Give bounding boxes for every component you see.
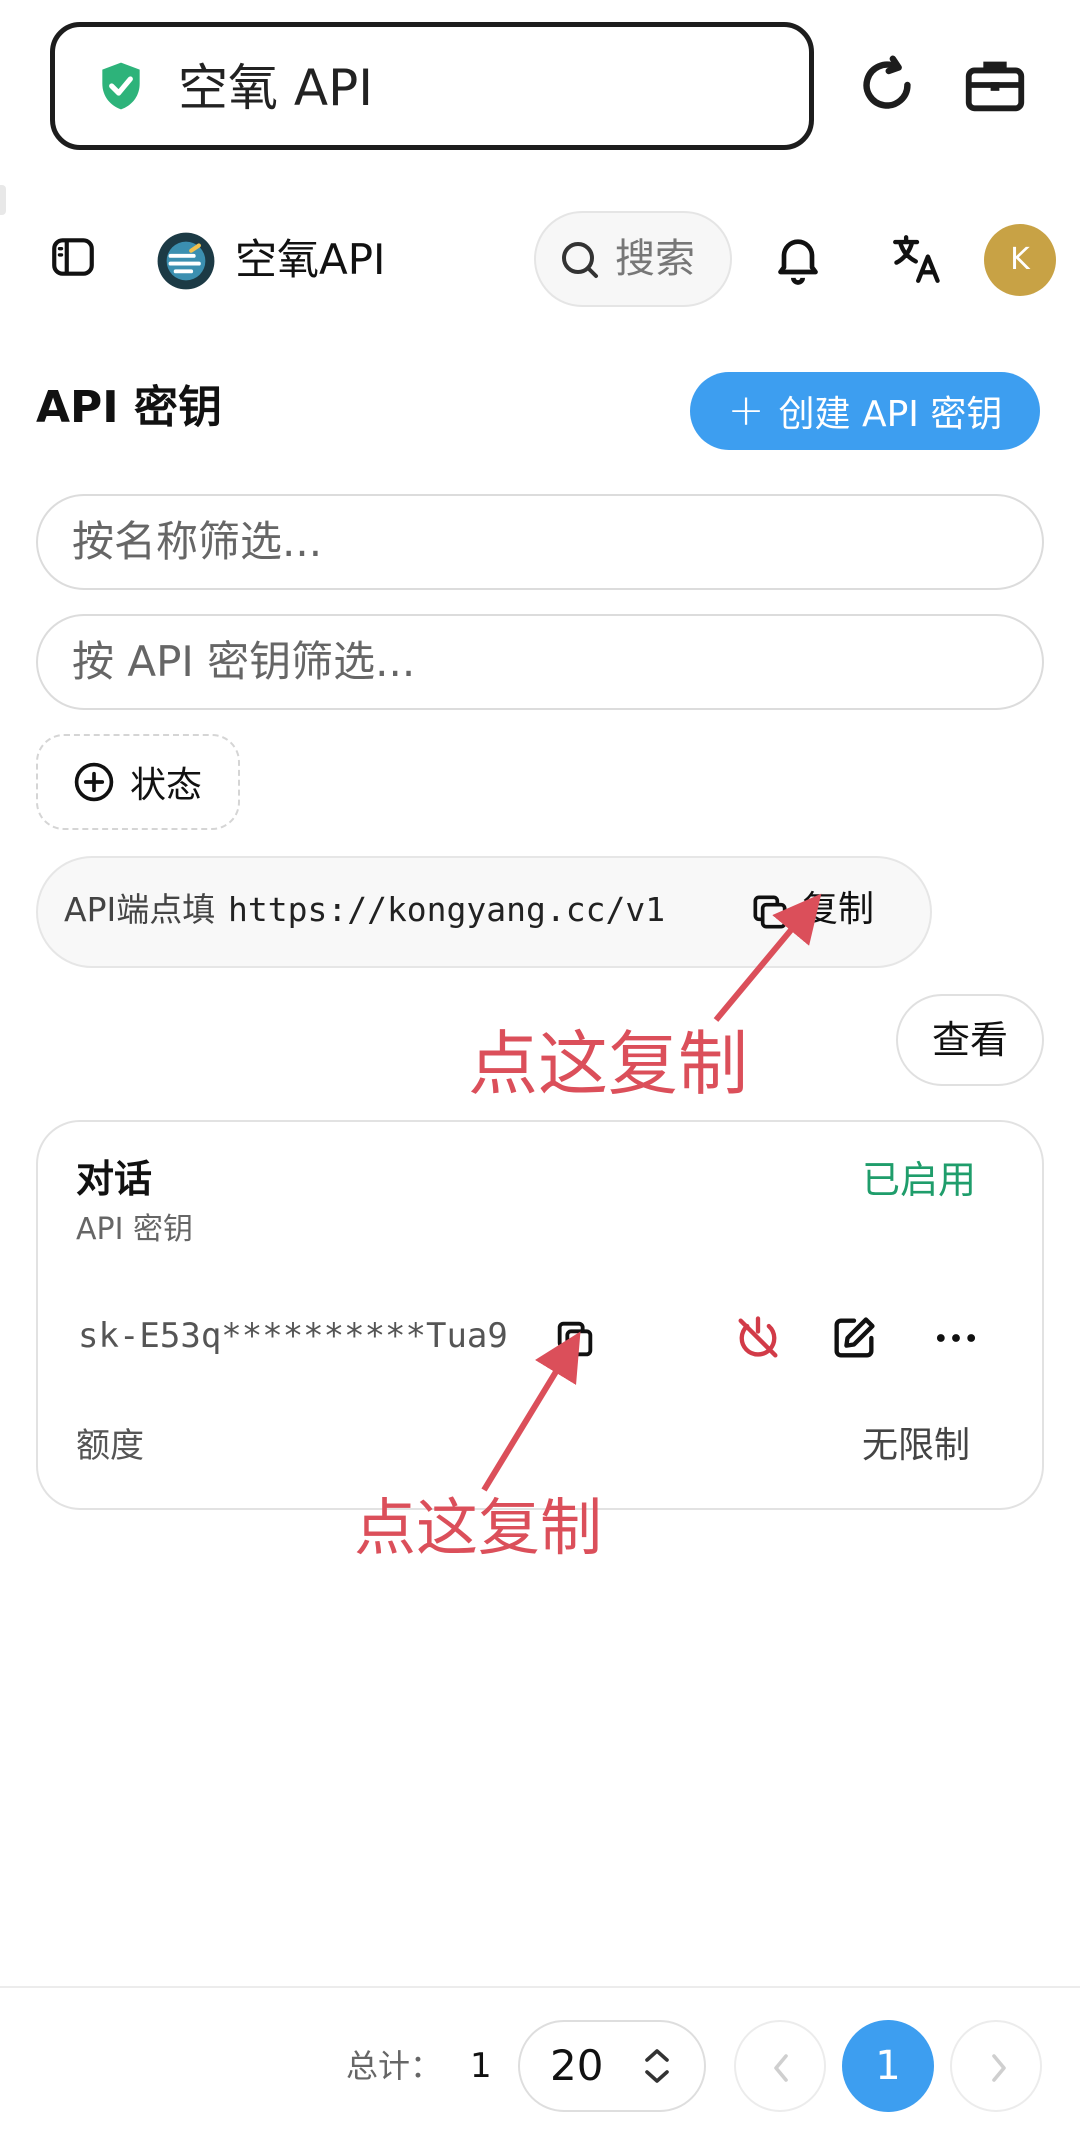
page-size-select[interactable] (518, 2020, 706, 2112)
create-api-key-button[interactable]: + 创建 API 密钥 (690, 372, 1040, 450)
quota-label: 额度 (76, 1426, 144, 1466)
copy-icon[interactable] (552, 1316, 598, 1362)
plus-icon: + (727, 385, 765, 436)
url-bar[interactable] (50, 22, 814, 150)
plus-circle-icon (74, 762, 114, 802)
edge-handle (0, 185, 6, 215)
copy-endpoint-button[interactable]: 复制 (802, 882, 874, 938)
disable-icon[interactable] (732, 1312, 784, 1364)
briefcase-icon[interactable] (960, 50, 1030, 120)
chevron-right-icon (992, 2054, 1006, 2082)
reload-icon[interactable] (852, 50, 922, 120)
page-title: API 密钥 (36, 382, 222, 433)
key-filter-input[interactable]: 按 API 密钥筛选... (36, 614, 1044, 710)
site-name[interactable]: 空氧API (235, 230, 385, 290)
quota-value: 无限制 (862, 1425, 971, 1466)
status-filter-button[interactable]: 状态 (36, 734, 240, 830)
bell-icon[interactable] (770, 230, 826, 286)
prev-page-button[interactable] (734, 2020, 826, 2112)
sidebar-toggle-icon[interactable] (48, 232, 98, 282)
shield-icon (102, 62, 140, 110)
logo-icon[interactable] (155, 230, 217, 292)
create-button-label: 创建 API 密钥 (778, 394, 1003, 435)
chevron-up-down-icon (645, 2049, 669, 2083)
endpoint-url: https://kongyang.cc/v1 (228, 890, 666, 929)
key-name: 对话 (76, 1157, 153, 1201)
name-filter-input[interactable]: 按名称筛选... (36, 494, 1044, 590)
total-value: 1 (470, 2046, 492, 2086)
page-size-value: 20 (550, 2041, 604, 2090)
status-badge: 已启用 (862, 1158, 977, 1202)
search-icon (562, 242, 598, 278)
avatar[interactable]: K (984, 224, 1056, 296)
search-label: 搜索 (615, 236, 695, 282)
masked-key: sk-E53q**********Tua9 (78, 1316, 508, 1356)
next-page-button[interactable] (950, 2020, 1042, 2112)
edit-icon[interactable] (828, 1312, 880, 1364)
translate-icon[interactable] (888, 230, 946, 288)
more-icon[interactable] (930, 1312, 982, 1364)
endpoint-label: API端点填 (64, 890, 216, 929)
view-button[interactable]: 查看 (896, 994, 1044, 1086)
status-filter-label: 状态 (130, 765, 203, 806)
annotation-copy-key: 点这复制 (354, 1491, 603, 1564)
url-title[interactable]: 空氧 API (178, 56, 373, 120)
copy-icon[interactable] (748, 890, 792, 934)
current-page-button[interactable]: 1 (842, 2020, 934, 2112)
total-label: 总计： (346, 2047, 443, 2085)
annotation-copy-endpoint: 点这复制 (468, 1023, 748, 1105)
footer-divider (0, 1986, 1080, 1988)
chevron-left-icon (774, 2054, 788, 2082)
key-subtitle: API 密钥 (76, 1212, 193, 1247)
